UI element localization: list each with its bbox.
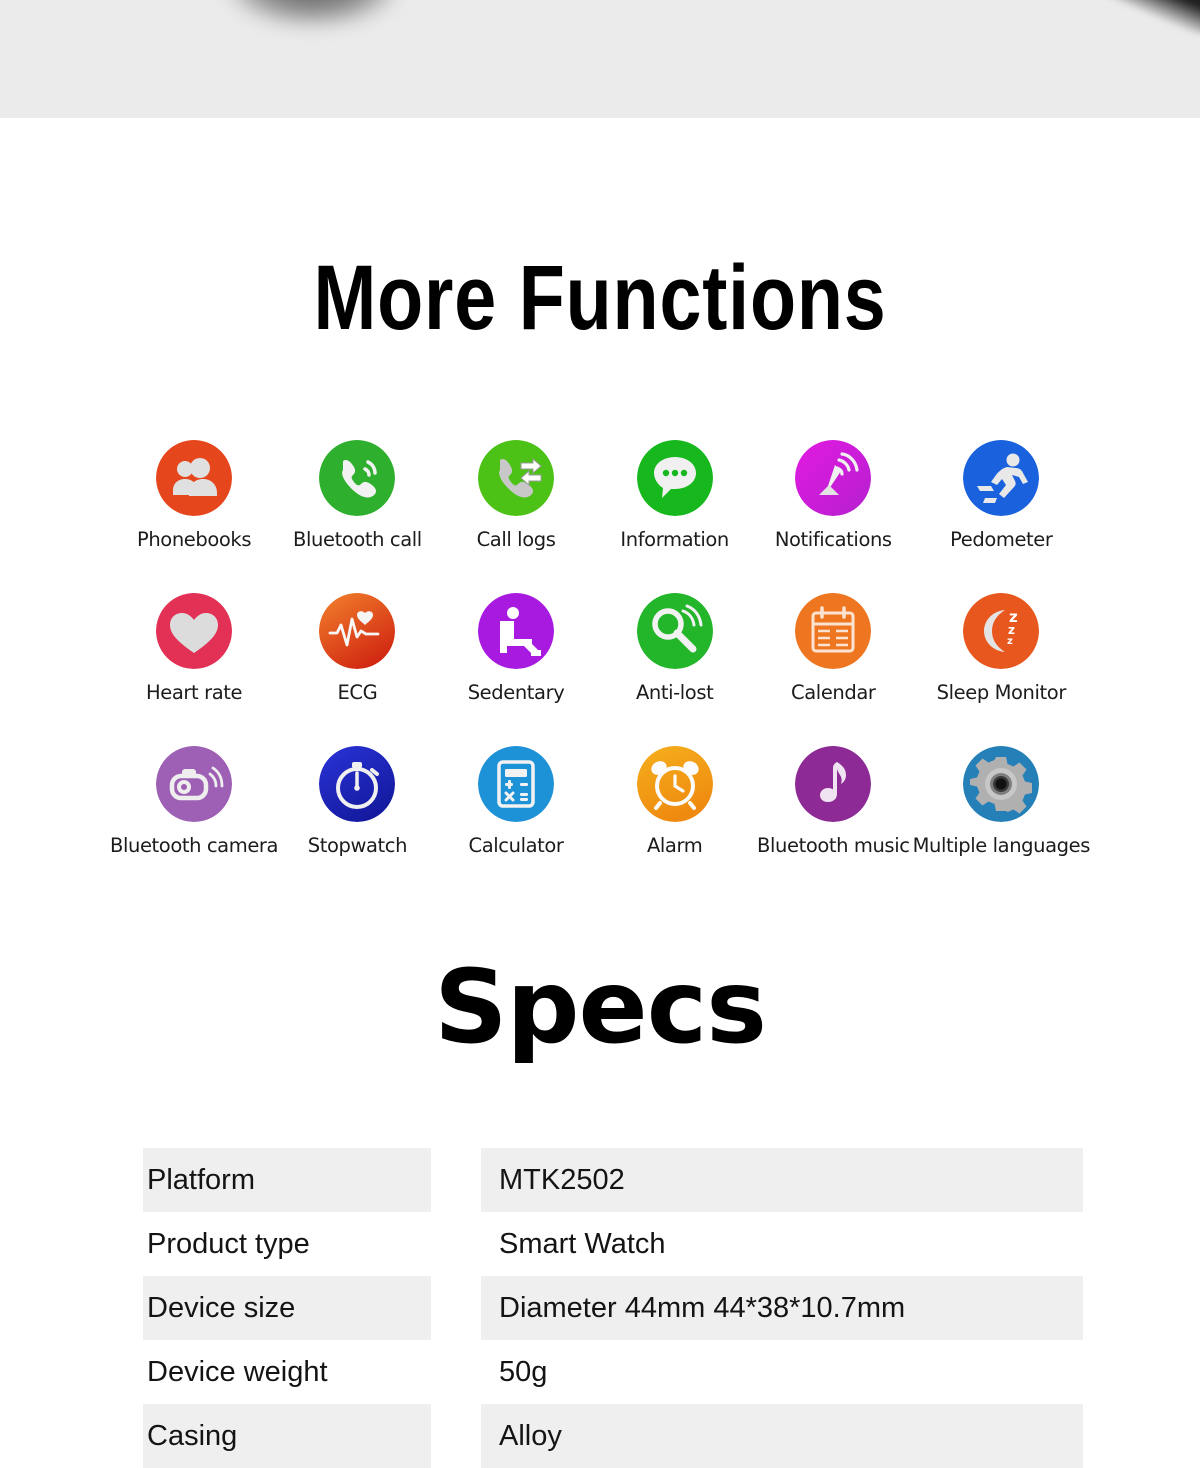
feature-bluetooth-music: Bluetooth music — [754, 746, 913, 857]
table-row: Device size Diameter 44mm 44*38*10.7mm — [143, 1276, 1083, 1340]
call-logs-icon — [478, 440, 555, 516]
spec-value: 50g — [499, 1355, 548, 1388]
feature-label: Heart rate — [146, 681, 243, 704]
feature-label: Calendar — [791, 681, 876, 704]
feature-call-logs: Call logs — [437, 440, 596, 551]
calendar-icon — [795, 593, 872, 669]
spec-gap — [431, 1276, 481, 1340]
feature-sedentary: Sedentary — [437, 593, 596, 704]
spec-gap — [431, 1404, 481, 1468]
feature-label: Sedentary — [467, 681, 565, 704]
feature-label: Anti-lost — [635, 681, 714, 704]
more-functions-title: More Functions — [313, 247, 887, 349]
feature-label: Stopwatch — [307, 834, 408, 857]
feature-label: Call logs — [476, 528, 556, 551]
feature-notifications: Notifications — [754, 440, 913, 551]
spec-key: Device weight — [147, 1355, 328, 1388]
feature-label: Bluetooth camera — [110, 834, 279, 857]
spec-key: Casing — [143, 1404, 431, 1468]
feature-phonebooks: Phonebooks — [110, 440, 278, 551]
table-row: Platform MTK2502 — [143, 1148, 1083, 1212]
feature-label: Bluetooth call — [293, 528, 422, 551]
spec-key: Platform — [143, 1148, 431, 1212]
feature-label: Pedometer — [950, 528, 1053, 551]
feature-label: Phonebooks — [136, 528, 252, 551]
feature-pedometer: Pedometer — [913, 440, 1090, 551]
camera-icon — [156, 746, 233, 822]
feature-label: ECG — [337, 681, 378, 704]
gear-icon — [963, 746, 1040, 822]
feature-bluetooth-camera: Bluetooth camera — [110, 746, 278, 857]
feature-label: Sleep Monitor — [936, 681, 1067, 704]
calculator-icon — [478, 746, 555, 822]
spec-value: Smart Watch — [499, 1227, 666, 1260]
feature-bluetooth-call: Bluetooth call — [278, 440, 437, 551]
feature-grid: Phonebooks Bluetooth call Call logs Info… — [110, 440, 1090, 857]
feature-information: Information — [595, 440, 754, 551]
specs-table: Platform MTK2502 Product type Smart Watc… — [143, 1148, 1083, 1468]
product-photo-strip — [0, 0, 1200, 118]
running-person-icon — [963, 440, 1040, 516]
chat-bubble-icon — [636, 440, 713, 516]
feature-label: Information — [620, 528, 729, 551]
phone-call-icon — [319, 440, 396, 516]
spec-key: Device size — [143, 1276, 431, 1340]
stopwatch-icon — [319, 746, 396, 822]
feature-label: Alarm — [646, 834, 703, 857]
watch-strap-edge — [1058, 0, 1200, 39]
table-row: Product type Smart Watch — [143, 1212, 1083, 1276]
spec-key: Product type — [147, 1227, 310, 1260]
feature-calendar: Calendar — [754, 593, 913, 704]
seated-person-icon — [478, 593, 555, 669]
feature-anti-lost: Anti-lost — [595, 593, 754, 704]
specs-title: Specs — [434, 948, 767, 1067]
svg-text:z: z — [1008, 623, 1015, 637]
ecg-waveform-icon — [319, 593, 396, 669]
feature-sleep-monitor: z z z Sleep Monitor — [913, 593, 1090, 704]
spec-gap — [431, 1148, 481, 1212]
table-row: Casing Alloy — [143, 1404, 1083, 1468]
feature-stopwatch: Stopwatch — [278, 746, 437, 857]
alarm-clock-icon — [636, 746, 713, 822]
feature-label: Calculator — [468, 834, 564, 857]
feature-heart-rate: Heart rate — [110, 593, 278, 704]
spec-value: Alloy — [481, 1404, 1083, 1468]
spec-gap — [431, 1212, 481, 1276]
feature-label: Bluetooth music — [757, 834, 910, 857]
photo-shadow-blob — [228, 0, 398, 26]
feature-label: Notifications — [774, 528, 892, 551]
svg-text:z: z — [1007, 636, 1013, 647]
heart-icon — [156, 593, 233, 669]
feature-multiple-languages: Multiple languages — [913, 746, 1090, 857]
table-row: Device weight 50g — [143, 1340, 1083, 1404]
contacts-icon — [156, 440, 233, 516]
feature-label: Multiple languages — [912, 834, 1091, 857]
moon-zzz-icon: z z z — [963, 593, 1040, 669]
spec-gap — [431, 1340, 481, 1404]
magnifier-icon — [636, 593, 713, 669]
music-note-icon — [795, 746, 872, 822]
antenna-signal-icon — [795, 440, 872, 516]
spec-value: MTK2502 — [481, 1148, 1083, 1212]
feature-calculator: Calculator — [437, 746, 596, 857]
feature-ecg: ECG — [278, 593, 437, 704]
spec-value: Diameter 44mm 44*38*10.7mm — [481, 1276, 1083, 1340]
feature-alarm: Alarm — [595, 746, 754, 857]
